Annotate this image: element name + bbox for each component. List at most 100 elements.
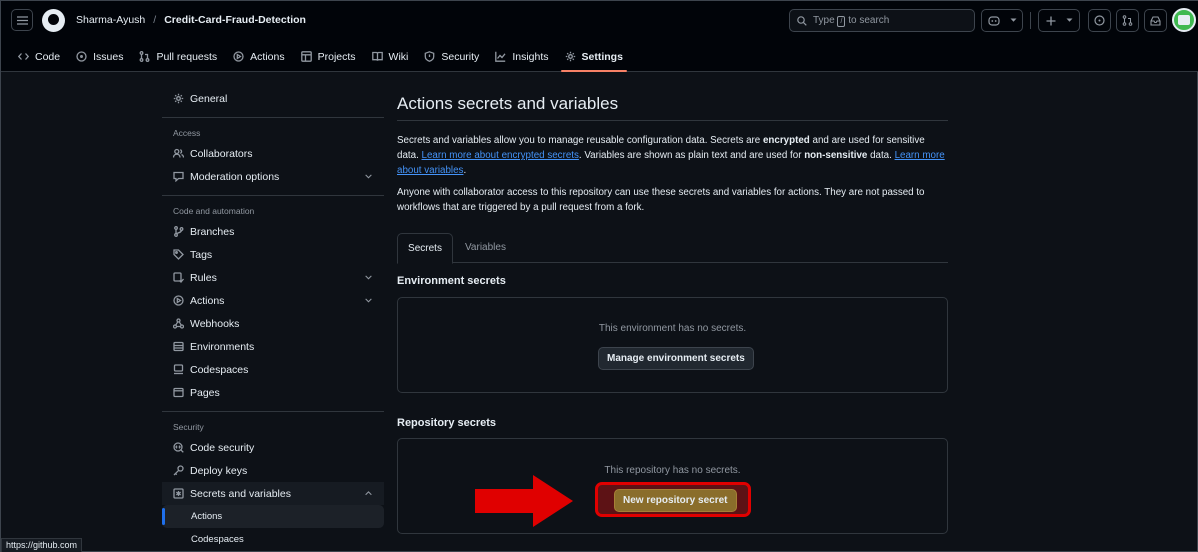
sidebar-item-label: Codespaces — [190, 363, 249, 376]
tab-secrets[interactable]: Secrets — [397, 233, 453, 264]
tab-insights[interactable]: Insights — [487, 41, 556, 72]
tab-actions[interactable]: Actions — [225, 41, 292, 72]
link-status-bar: https://github.com — [1, 538, 83, 552]
copilot-icon — [987, 16, 1000, 26]
learn-more-secrets-link[interactable]: Learn more about encrypted secrets — [422, 150, 579, 161]
sidebar-subitem-actions[interactable]: Actions — [162, 505, 384, 528]
sidebar-item-webhooks[interactable]: Webhooks — [162, 312, 384, 335]
search-input[interactable]: Type / to search — [789, 9, 975, 32]
sidebar-item-codespaces[interactable]: Codespaces — [162, 358, 384, 381]
repo-link[interactable]: Credit-Card-Fraud-Detection — [164, 14, 306, 26]
inbox-button[interactable] — [1144, 9, 1167, 32]
pull-requests-button[interactable] — [1116, 9, 1139, 32]
search-placeholder: Type / to search — [813, 14, 890, 27]
sidebar-item-label: Environments — [190, 340, 255, 353]
tag-icon — [173, 249, 184, 260]
repo-navigation: Code Issues Pull requests Actions Projec… — [1, 41, 631, 72]
sidebar-item-secrets-and-variables[interactable]: Secrets and variables — [162, 482, 384, 505]
key-icon — [173, 465, 184, 476]
new-repository-secret-button[interactable]: New repository secret — [614, 489, 737, 512]
sidebar-divider — [162, 411, 384, 412]
chevron-down-icon — [1066, 18, 1072, 22]
sidebar-item-label: Moderation options — [190, 170, 280, 183]
sidebar-item-moderation-options[interactable]: Moderation options — [162, 165, 384, 188]
intro-paragraph: Secrets and variables allow you to manag… — [397, 133, 948, 178]
environment-secrets-title: Environment secrets — [397, 275, 506, 287]
gear-icon — [565, 51, 575, 62]
graph-icon — [495, 51, 506, 62]
sidebar-item-general[interactable]: General — [162, 87, 384, 110]
code-icon — [18, 53, 29, 60]
pull-request-icon — [140, 51, 150, 62]
user-avatar[interactable] — [1172, 8, 1196, 32]
github-logo-icon[interactable] — [42, 9, 65, 32]
hamburger-icon — [16, 15, 28, 25]
sidebar-subitem-codespaces[interactable]: Codespaces — [162, 528, 384, 551]
sidebar-item-label: Code security — [190, 441, 255, 454]
table-icon — [300, 51, 312, 62]
sidebar-item-branches[interactable]: Branches — [162, 220, 384, 243]
sidebar-heading-code-automation: Code and automation — [173, 206, 255, 216]
tab-code[interactable]: Code — [10, 41, 68, 72]
people-icon — [173, 148, 184, 158]
sidebar-item-label: Actions — [190, 294, 225, 307]
server-icon — [173, 341, 184, 352]
play-icon — [233, 51, 244, 62]
header-divider — [1030, 12, 1031, 29]
sidebar-item-label: Branches — [190, 225, 235, 238]
owner-link[interactable]: Sharma-Ayush — [76, 14, 145, 26]
tab-wiki[interactable]: Wiki — [364, 41, 417, 72]
tab-pull-requests[interactable]: Pull requests — [131, 41, 225, 72]
sidebar-item-rules[interactable]: Rules — [162, 266, 384, 289]
slash-key: / — [837, 15, 846, 27]
sidebar-item-pages[interactable]: Pages — [162, 381, 384, 404]
page-title: Actions secrets and variables — [397, 94, 619, 113]
tab-label: Pull requests — [156, 50, 218, 63]
sidebar-item-label: Webhooks — [190, 317, 240, 330]
title-divider — [397, 120, 948, 121]
tab-label: Code — [35, 50, 61, 63]
tab-label: Issues — [93, 50, 124, 63]
global-header: Sharma-Ayush / Credit-Card-Fraud-Detecti… — [1, 1, 1198, 72]
tab-settings[interactable]: Settings — [557, 41, 631, 72]
tab-issues[interactable]: Issues — [68, 41, 131, 72]
chevron-up-icon — [365, 491, 372, 496]
collaborator-paragraph: Anyone with collaborator access to this … — [397, 187, 925, 213]
tab-security[interactable]: Security — [416, 41, 487, 72]
tab-label: Settings — [581, 50, 623, 63]
tab-label: Insights — [512, 50, 549, 63]
menu-button[interactable] — [11, 9, 33, 31]
secrets-tabs: Secrets Variables — [397, 233, 948, 264]
tab-label: Security — [441, 50, 480, 63]
repository-secrets-title: Repository secrets — [397, 417, 497, 429]
sidebar-divider — [162, 195, 384, 196]
sidebar-item-deploy-keys[interactable]: Deploy keys — [162, 459, 384, 482]
tab-label: Actions — [250, 50, 285, 63]
sidebar-item-tags[interactable]: Tags — [162, 243, 384, 266]
chevron-down-icon — [1010, 18, 1016, 22]
environment-secrets-box: This environment has no secrets. Manage … — [397, 297, 948, 393]
tab-projects[interactable]: Projects — [293, 41, 364, 72]
avatar-image — [1178, 15, 1190, 25]
sidebar-item-code-security[interactable]: Code security — [162, 436, 384, 459]
branch-icon — [174, 226, 184, 237]
breadcrumb-separator: / — [153, 14, 157, 26]
gear-icon — [173, 93, 184, 104]
settings-sidebar: General Access Collaborators Moderation … — [162, 87, 384, 551]
tab-variables[interactable]: Variables — [465, 233, 506, 263]
red-arrow-icon — [475, 475, 573, 527]
tab-label: Wiki — [388, 50, 409, 63]
create-new-button[interactable] — [1038, 9, 1080, 32]
sidebar-item-label: Actions — [191, 511, 223, 522]
breadcrumb: Sharma-Ayush / Credit-Card-Fraud-Detecti… — [76, 14, 306, 26]
sidebar-item-label: Deploy keys — [190, 464, 248, 477]
sidebar-item-collaborators[interactable]: Collaborators — [162, 142, 384, 165]
pull-request-icon — [1122, 15, 1133, 26]
chevron-down-icon — [365, 275, 372, 280]
issues-button[interactable] — [1088, 9, 1111, 32]
manage-environment-secrets-button[interactable]: Manage environment secrets — [598, 347, 754, 370]
copilot-button[interactable] — [981, 9, 1023, 32]
sidebar-item-actions[interactable]: Actions — [162, 289, 384, 312]
comment-icon — [173, 171, 184, 182]
sidebar-item-environments[interactable]: Environments — [162, 335, 384, 358]
